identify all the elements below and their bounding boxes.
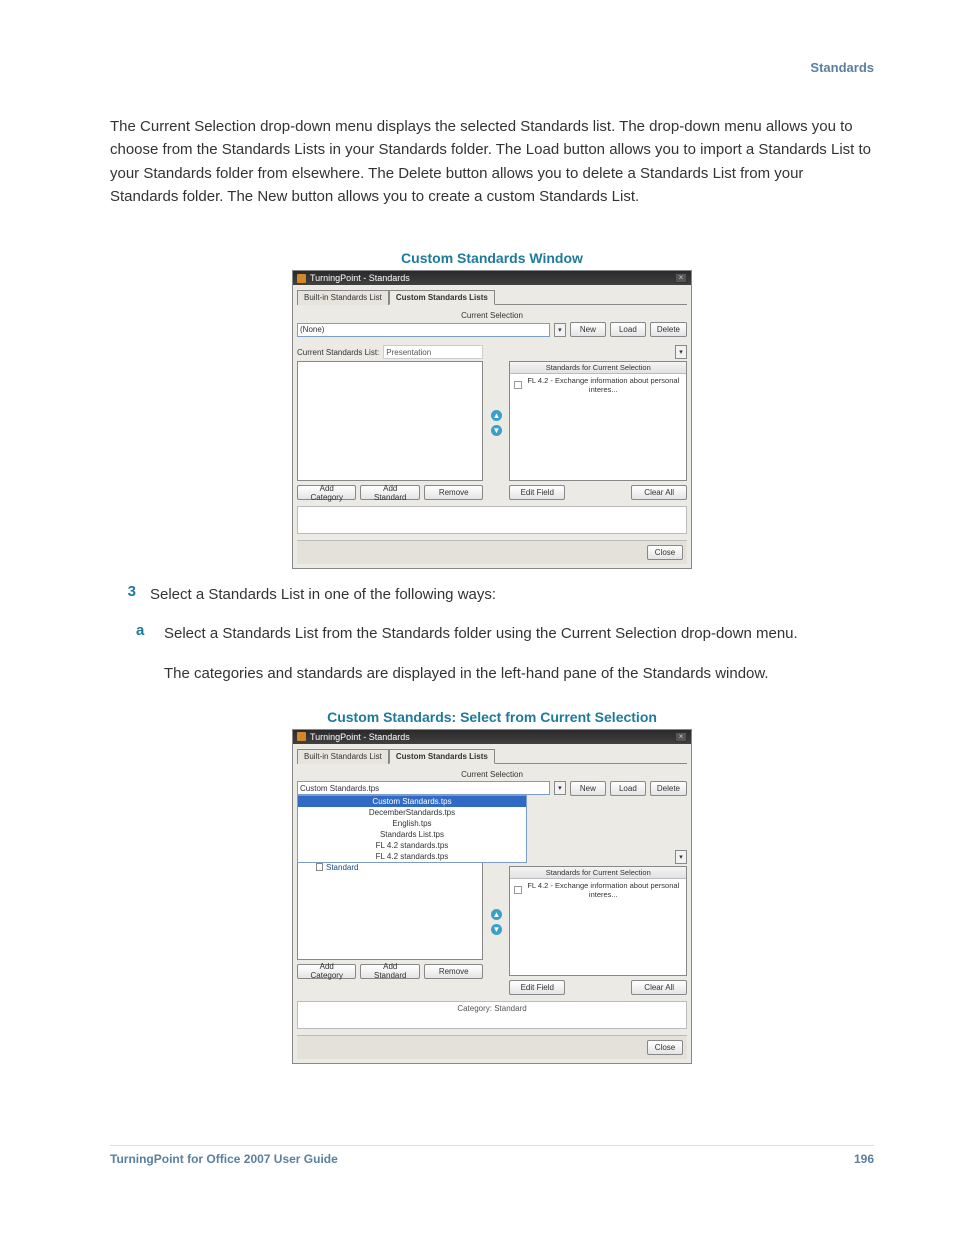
dd-item[interactable]: FL 4.2 standards.tps (298, 840, 526, 851)
dd-item[interactable]: Standards List.tps (298, 829, 526, 840)
chevron-down-icon[interactable]: ▾ (675, 850, 687, 864)
notes-area[interactable] (297, 506, 687, 534)
delete-button[interactable]: Delete (650, 781, 687, 796)
right-pane-header: Standards for Current Selection (510, 362, 686, 374)
add-category-button[interactable]: Add Category (297, 485, 356, 500)
remove-button[interactable]: Remove (424, 485, 483, 500)
left-pane[interactable]: Parent Category Standard (297, 850, 483, 960)
app-icon (297, 732, 306, 741)
figure2-caption: Custom Standards: Select from Current Se… (327, 709, 657, 725)
label-current-selection: Current Selection (297, 311, 687, 320)
checkbox-icon[interactable] (514, 886, 521, 894)
figure1-caption: Custom Standards Window (401, 250, 583, 266)
move-up-icon[interactable]: ▲ (491, 909, 502, 920)
section-header: Standards (110, 60, 874, 75)
add-category-button[interactable]: Add Category (297, 964, 356, 979)
label-current-selection: Current Selection (297, 770, 687, 779)
dd-item[interactable]: FL 4.2 standards.tps (298, 851, 526, 862)
page-number: 196 (854, 1152, 874, 1166)
add-standard-button[interactable]: Add Standard (360, 964, 419, 979)
close-icon[interactable]: × (675, 732, 687, 742)
edit-field-button[interactable]: Edit Field (509, 485, 565, 500)
close-button[interactable]: Close (647, 1040, 683, 1055)
chevron-down-icon[interactable]: ▾ (554, 323, 566, 337)
notes-area[interactable]: Category: Standard (297, 1001, 687, 1029)
current-selection-input[interactable]: Custom Standards.tps (297, 781, 550, 795)
sub-a-text: Select a Standards List from the Standar… (164, 622, 874, 645)
right-pane-item: FL 4.2 - Exchange information about pers… (525, 881, 682, 899)
tree-child[interactable]: Standard (326, 863, 358, 872)
load-button[interactable]: Load (610, 322, 646, 337)
right-pane[interactable]: Standards for Current Selection FL 4.2 -… (509, 866, 687, 976)
right-pane-item: FL 4.2 - Exchange information about pers… (525, 376, 682, 394)
dd-item[interactable]: DecemberStandards.tps (298, 807, 526, 818)
checkbox-icon[interactable] (514, 381, 521, 389)
close-icon[interactable]: × (675, 273, 687, 283)
clear-all-button[interactable]: Clear All (631, 485, 687, 500)
delete-button[interactable]: Delete (650, 322, 687, 337)
figure1-title: TurningPoint - Standards (310, 273, 410, 283)
load-button[interactable]: Load (610, 781, 646, 796)
left-pane[interactable] (297, 361, 483, 481)
right-pane-header: Standards for Current Selection (510, 867, 686, 879)
figure2-titlebar: TurningPoint - Standards × (293, 730, 691, 744)
tab-builtin[interactable]: Built-in Standards List (297, 749, 389, 764)
presentation-header: Presentation (383, 345, 483, 359)
add-standard-button[interactable]: Add Standard (360, 485, 419, 500)
figure1-titlebar: TurningPoint - Standards × (293, 271, 691, 285)
sub-a-letter: a (136, 622, 150, 645)
chevron-down-icon[interactable]: ▾ (675, 345, 687, 359)
move-down-icon[interactable]: ▼ (491, 924, 502, 935)
intro-paragraph: The Current Selection drop-down menu dis… (110, 115, 874, 208)
current-selection-input[interactable]: (None) (297, 323, 550, 337)
app-icon (297, 274, 306, 283)
tab-custom[interactable]: Custom Standards Lists (389, 749, 495, 764)
dd-item[interactable]: Custom Standards.tps (298, 796, 526, 807)
move-up-icon[interactable]: ▲ (491, 410, 502, 421)
step-3-number: 3 (110, 583, 136, 606)
tab-builtin[interactable]: Built-in Standards List (297, 290, 389, 305)
right-pane[interactable]: Standards for Current Selection FL 4.2 -… (509, 361, 687, 481)
close-button[interactable]: Close (647, 545, 683, 560)
edit-field-button[interactable]: Edit Field (509, 980, 565, 995)
figure2-window: TurningPoint - Standards × Built-in Stan… (292, 729, 692, 1064)
document-icon (316, 863, 323, 871)
dd-item[interactable]: English.tps (298, 818, 526, 829)
remove-button[interactable]: Remove (424, 964, 483, 979)
step-3-text: Select a Standards List in one of the fo… (150, 583, 874, 606)
new-button[interactable]: New (570, 781, 606, 796)
label-current-list: Current Standards List: (297, 348, 379, 357)
figure2-title: TurningPoint - Standards (310, 732, 410, 742)
move-down-icon[interactable]: ▼ (491, 425, 502, 436)
chevron-down-icon[interactable]: ▾ (554, 781, 566, 795)
tab-custom[interactable]: Custom Standards Lists (389, 290, 495, 305)
clear-all-button[interactable]: Clear All (631, 980, 687, 995)
footer-title: TurningPoint for Office 2007 User Guide (110, 1152, 338, 1166)
sub-a-paragraph: The categories and standards are display… (164, 662, 874, 685)
figure1-window: TurningPoint - Standards × Built-in Stan… (292, 270, 692, 569)
current-selection-dropdown[interactable]: Custom Standards.tps DecemberStandards.t… (297, 795, 527, 863)
new-button[interactable]: New (570, 322, 606, 337)
